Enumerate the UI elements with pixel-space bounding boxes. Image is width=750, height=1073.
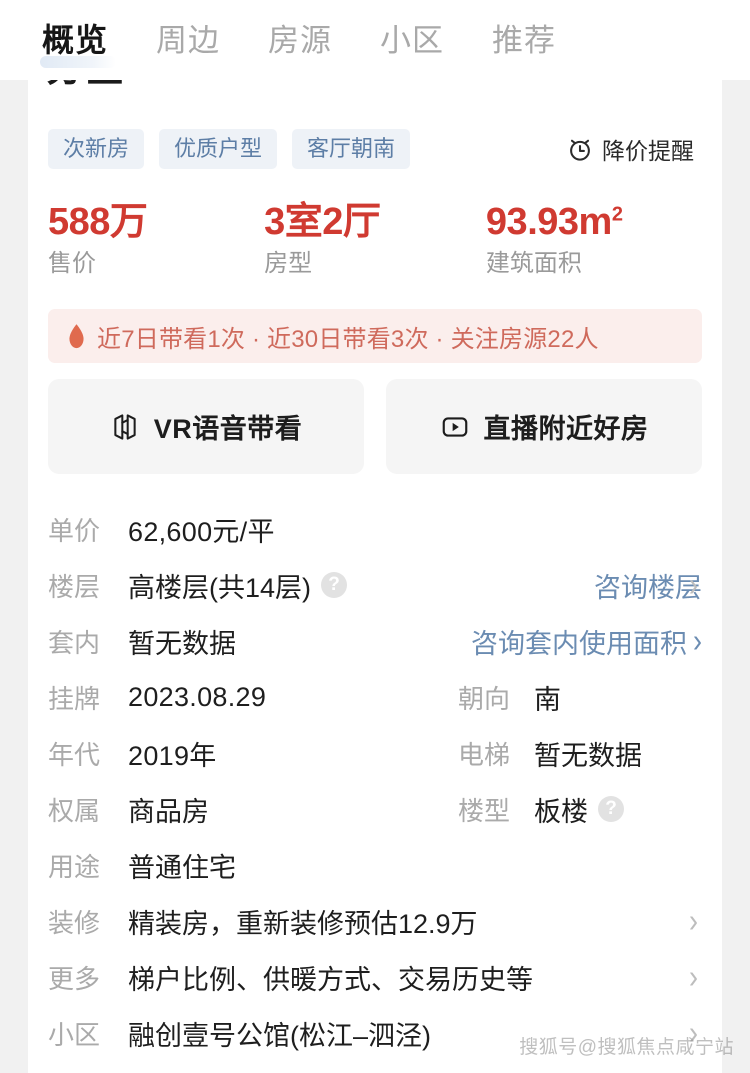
tag-row: 次新房 优质户型 客厅朝南 降价提醒 xyxy=(48,129,702,169)
detail-label: 单价 xyxy=(48,515,101,546)
detail-row-floor[interactable]: 楼层 高楼层(共14层) ? 咨询楼层 › xyxy=(48,557,702,613)
detail-value-text: 板楼 xyxy=(534,796,588,827)
chevron-right-icon[interactable]: › xyxy=(689,557,698,613)
detail-row-more[interactable]: 更多 梯户比例、供暖方式、交易历史等 › xyxy=(48,949,702,1005)
kpi-area-superscript: 2 xyxy=(611,203,623,226)
detail-label: 楼层 xyxy=(48,571,101,602)
detail-label: 用途 xyxy=(48,851,101,882)
tag-item[interactable]: 客厅朝南 xyxy=(292,129,411,169)
detail-value: 暂无数据 xyxy=(128,628,236,659)
detail-label: 朝向 xyxy=(458,683,511,714)
consult-floor-label: 咨询楼层 xyxy=(594,572,702,603)
viewing-stats-banner: 近7日带看1次 · 近30日带看3次 · 关注房源22人 xyxy=(48,309,702,363)
viewing-stats-text: 近7日带看1次 · 近30日带看3次 · 关注房源22人 xyxy=(97,325,599,353)
kpi-layout-label: 房型 xyxy=(264,249,313,277)
detail-label: 装修 xyxy=(48,907,101,938)
chevron-right-icon[interactable]: › xyxy=(689,893,698,949)
detail-value: 梯户比例、供暖方式、交易历史等 xyxy=(128,964,533,995)
price-drop-alert-label: 降价提醒 xyxy=(602,138,694,164)
detail-row-listing-date: 挂牌 2023.08.29 朝向 南 xyxy=(48,669,702,725)
tab-recommend-label: 推荐 xyxy=(492,22,557,58)
detail-value: 南 xyxy=(534,684,561,715)
detail-value: 商品房 xyxy=(128,796,209,827)
consult-inner-area-label: 咨询套内使用面积 xyxy=(471,628,687,659)
kpi-area-value: 93.93m2 xyxy=(486,201,702,245)
detail-value: 高楼层(共14层) ? xyxy=(128,566,348,605)
tag-item[interactable]: 次新房 xyxy=(48,129,145,169)
detail-value: 2019年 xyxy=(128,740,217,771)
detail-label: 年代 xyxy=(48,739,101,770)
consult-inner-area-link[interactable]: 咨询套内使用面积 › xyxy=(471,613,702,669)
detail-row-decoration[interactable]: 装修 精装房，重新装修预估12.9万 › xyxy=(48,893,702,949)
detail-pair-orientation: 朝向 南 xyxy=(458,669,561,725)
app-screen: 概览 周边 房源 小区 推荐 分区· 次新房 优质户型 客厅朝南 xyxy=(0,0,750,1073)
tab-nearby-label: 周边 xyxy=(156,22,221,58)
tab-community[interactable]: 小区 xyxy=(356,25,468,56)
vr-tour-button[interactable]: VR语音带看 xyxy=(48,379,364,474)
detail-row-usage: 用途 普通住宅 xyxy=(48,837,702,893)
detail-label: 挂牌 xyxy=(48,683,101,714)
tab-overview[interactable]: 概览 xyxy=(38,22,132,68)
detail-value: 62,600元/平 xyxy=(128,516,275,547)
action-button-row: VR语音带看 直播附近好房 xyxy=(48,379,702,474)
watermark: 搜狐号@搜狐焦点咸宁站 xyxy=(519,1037,734,1058)
kpi-price-value: 588万 xyxy=(48,201,148,243)
detail-value: 普通住宅 xyxy=(128,852,236,883)
help-icon[interactable]: ? xyxy=(598,796,624,822)
detail-label: 套内 xyxy=(48,627,101,658)
detail-label: 权属 xyxy=(48,795,101,826)
detail-value: 暂无数据 xyxy=(534,740,642,771)
detail-row-inner-area[interactable]: 套内 暂无数据 咨询套内使用面积 › xyxy=(48,613,702,669)
detail-pair-elevator: 电梯 暂无数据 xyxy=(458,725,642,781)
kpi-row: 588万 售价 3室2厅 房型 93.93m2 建筑面积 xyxy=(48,201,702,278)
live-stream-label: 直播附近好房 xyxy=(483,414,649,444)
chevron-right-icon[interactable]: › xyxy=(689,1061,698,1073)
tab-bar: 概览 周边 房源 小区 推荐 xyxy=(0,0,750,80)
kpi-layout: 3室2厅 房型 xyxy=(264,201,486,278)
detail-row-ownership: 权属 商品房 楼型 板楼 ? xyxy=(48,781,702,837)
detail-pair-building-type: 楼型 板楼 ? xyxy=(458,781,624,837)
detail-label: 更多 xyxy=(48,963,101,994)
detail-label: 电梯 xyxy=(458,739,511,770)
tab-recommend[interactable]: 推荐 xyxy=(468,25,580,56)
kpi-area-label: 建筑面积 xyxy=(485,249,582,277)
listing-detail-card: 分区· 次新房 优质户型 客厅朝南 降价提醒 588万 售价 xyxy=(28,64,722,1073)
detail-value: 2023.08.29 xyxy=(128,681,267,712)
detail-row-year-built: 年代 2019年 电梯 暂无数据 xyxy=(48,725,702,781)
live-play-icon xyxy=(442,416,467,437)
detail-row-fee-rate[interactable]: 费率 查看服务收费标准 › xyxy=(48,1061,702,1073)
tab-community-label: 小区 xyxy=(380,22,445,58)
detail-value: 板楼 ? xyxy=(534,790,624,829)
chevron-right-icon[interactable]: › xyxy=(689,949,698,1005)
tab-nearby[interactable]: 周边 xyxy=(132,25,244,56)
vr-tour-label: VR语音带看 xyxy=(153,414,303,444)
kpi-price-label: 售价 xyxy=(48,249,96,277)
detail-value-text: 高楼层(共14层) xyxy=(128,572,312,603)
tag-item[interactable]: 优质户型 xyxy=(159,129,278,169)
detail-value: 查看服务收费标准 xyxy=(128,1070,344,1073)
flame-icon xyxy=(69,323,84,348)
vr-cube-icon xyxy=(114,413,136,440)
kpi-price: 588万 售价 xyxy=(48,201,264,278)
alarm-clock-icon xyxy=(570,139,590,161)
tab-active-indicator xyxy=(40,56,116,68)
detail-list: 单价 62,600元/平 楼层 高楼层(共14层) ? 咨询楼层 › 套内 暂无… xyxy=(48,501,702,1073)
price-drop-alert-button[interactable]: 降价提醒 xyxy=(567,132,702,166)
tab-listings-label: 房源 xyxy=(268,22,333,58)
kpi-area-number: 93.93m xyxy=(485,201,612,243)
kpi-layout-value: 3室2厅 xyxy=(264,201,381,243)
detail-label: 楼型 xyxy=(458,795,511,826)
live-stream-button[interactable]: 直播附近好房 xyxy=(386,379,702,474)
detail-label: 小区 xyxy=(48,1019,101,1050)
detail-value: 融创壹号公馆(松江–泗泾) xyxy=(128,1020,431,1051)
help-icon[interactable]: ? xyxy=(321,572,348,598)
chevron-right-icon: › xyxy=(693,621,702,660)
tab-listings[interactable]: 房源 xyxy=(244,25,356,56)
kpi-area: 93.93m2 建筑面积 xyxy=(486,201,702,278)
tab-overview-label: 概览 xyxy=(42,22,109,58)
detail-row-unit-price: 单价 62,600元/平 xyxy=(48,501,702,557)
consult-floor-link[interactable]: 咨询楼层 xyxy=(594,557,702,613)
detail-value: 精装房，重新装修预估12.9万 xyxy=(128,908,478,939)
